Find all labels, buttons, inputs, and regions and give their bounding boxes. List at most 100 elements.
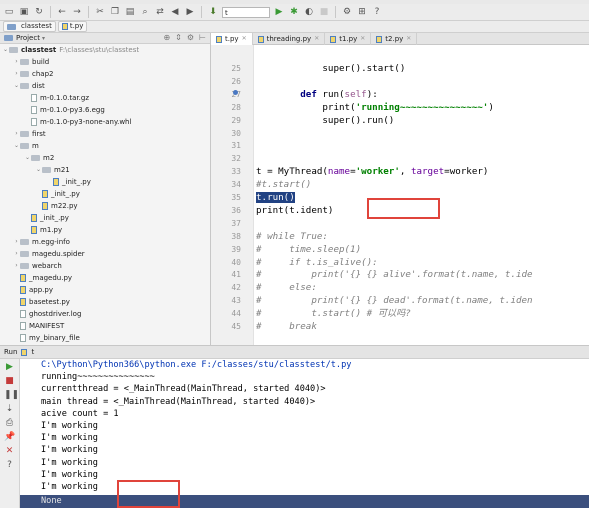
editor-tab[interactable]: threading.py ✕ — [253, 33, 326, 45]
file-icon — [20, 310, 26, 318]
tree-item[interactable]: MANIFEST — [0, 320, 210, 332]
chevron-down-icon[interactable]: ⌄ — [13, 140, 20, 152]
rerun-icon[interactable]: ▶ — [4, 362, 15, 373]
tree-item[interactable]: m-0.1.0-py3.6.egg — [0, 104, 210, 116]
breadcrumb-project[interactable]: classtest — [3, 21, 56, 32]
scope-icon[interactable]: ⊕ — [163, 33, 170, 42]
tree-item[interactable]: _init_.py — [0, 188, 210, 200]
toolbar-divider — [50, 6, 51, 18]
back-arrow-icon[interactable]: ← — [56, 6, 68, 18]
chevron-right-icon[interactable]: › — [13, 128, 20, 140]
find-icon[interactable]: ⌕ — [139, 6, 151, 18]
tree-item-label: build — [32, 58, 50, 66]
python-file-icon — [376, 35, 383, 43]
close-icon[interactable]: ✕ — [4, 446, 15, 457]
tree-item[interactable]: › webarch — [0, 260, 210, 272]
hide-icon[interactable]: ⊢ — [199, 33, 206, 42]
scroll-icon[interactable]: ⇣ — [4, 404, 15, 415]
line-number: 29 — [231, 115, 241, 125]
tree-item[interactable]: › chap2 — [0, 68, 210, 80]
python-file-icon — [31, 226, 37, 234]
collapse-icon[interactable]: ⇕ — [175, 33, 182, 42]
breadcrumb-file-label: t.py — [69, 22, 84, 30]
forward-nav-icon[interactable]: ▶ — [184, 6, 196, 18]
pin-icon[interactable]: 📌 — [4, 432, 15, 443]
close-tab-icon[interactable]: ✕ — [242, 33, 247, 45]
tree-item[interactable]: › magedu.spider — [0, 248, 210, 260]
chevron-right-icon[interactable]: › — [13, 236, 20, 248]
forward-arrow-icon[interactable]: → — [71, 6, 83, 18]
close-tab-icon[interactable]: ✕ — [406, 33, 411, 45]
structure-icon[interactable]: ⊞ — [356, 6, 368, 18]
chevron-right-icon[interactable]: › — [13, 248, 20, 260]
help-icon[interactable]: ? — [371, 6, 383, 18]
breadcrumb-file[interactable]: t.py — [57, 21, 88, 32]
tree-item[interactable]: › m.egg-info — [0, 236, 210, 248]
tree-item[interactable]: › first — [0, 128, 210, 140]
console-line: None — [41, 496, 62, 506]
tree-item[interactable]: ⌄ m21 — [0, 164, 210, 176]
pause-icon[interactable]: ❚❚ — [4, 390, 19, 401]
tree-item[interactable]: basetest.py — [0, 296, 210, 308]
copy-icon[interactable]: ❐ — [109, 6, 121, 18]
tree-item[interactable]: › build — [0, 56, 210, 68]
tree-item[interactable]: _init_.py — [0, 212, 210, 224]
chevron-down-icon[interactable]: ⌄ — [24, 152, 31, 164]
cut-icon[interactable]: ✂ — [94, 6, 106, 18]
run-icon[interactable]: ▶ — [273, 6, 285, 18]
file-icon — [20, 322, 26, 330]
project-panel-title[interactable]: Project — [16, 34, 40, 42]
editor-tab[interactable]: t1.py ✕ — [325, 33, 372, 45]
paste-icon[interactable]: ▤ — [124, 6, 136, 18]
tree-item[interactable]: m-0.1.0.tar.gz — [0, 92, 210, 104]
help-icon[interactable]: ? — [4, 460, 15, 471]
breakpoint-icon[interactable] — [233, 90, 238, 95]
tree-item[interactable]: _init_.py — [0, 176, 210, 188]
tree-item[interactable]: ⌄ m — [0, 140, 210, 152]
tree-item[interactable]: m1.py — [0, 224, 210, 236]
tree-item[interactable]: _magedu.py — [0, 272, 210, 284]
tree-item[interactable]: app.py — [0, 284, 210, 296]
file-icon — [20, 334, 26, 342]
gear-icon[interactable]: ⚙ — [187, 33, 194, 42]
run-panel-title: Run — [4, 348, 18, 356]
stop-icon[interactable]: ■ — [4, 376, 15, 387]
run-config-select[interactable]: t — [222, 6, 270, 18]
close-tab-icon[interactable]: ✕ — [314, 33, 319, 45]
folder-icon — [20, 83, 29, 89]
python-file-icon — [257, 35, 264, 43]
chevron-down-icon[interactable]: ⌄ — [35, 164, 42, 176]
chevron-down-icon[interactable]: ⌄ — [13, 80, 20, 92]
save-icon[interactable]: ▣ — [18, 6, 30, 18]
chevron-down-icon[interactable]: ▾ — [42, 35, 45, 42]
tree-item[interactable]: ghostdriver.log — [0, 308, 210, 320]
python-file-icon — [330, 35, 337, 43]
tree-item[interactable]: m-0.1.0-py3-none-any.whl — [0, 116, 210, 128]
coverage-icon[interactable]: ◐ — [303, 6, 315, 18]
sync-icon[interactable]: ↻ — [33, 6, 45, 18]
close-tab-icon[interactable]: ✕ — [360, 33, 365, 45]
console-line: I'm working — [41, 457, 98, 468]
build-icon[interactable]: ⬇ — [207, 6, 219, 18]
stop-icon[interactable]: ■ — [318, 6, 330, 18]
open-folder-icon[interactable]: ▭ — [3, 6, 15, 18]
chevron-right-icon[interactable]: › — [13, 56, 20, 68]
editor-tab[interactable]: t.py ✕ — [211, 33, 253, 45]
debug-icon[interactable]: ✱ — [288, 6, 300, 18]
back-nav-icon[interactable]: ◀ — [169, 6, 181, 18]
replace-icon[interactable]: ⇄ — [154, 6, 166, 18]
tree-item[interactable]: my_binary_file — [0, 332, 210, 344]
tree-item[interactable]: ⌄ m2 — [0, 152, 210, 164]
tree-item[interactable]: ⌄ dist — [0, 80, 210, 92]
chevron-right-icon[interactable]: › — [13, 260, 20, 272]
chevron-right-icon[interactable]: › — [13, 68, 20, 80]
line-number: 38 — [231, 231, 241, 241]
print-icon[interactable]: ⎙ — [4, 418, 15, 429]
settings-icon[interactable]: ⚙ — [341, 6, 353, 18]
tree-item-label: ghostdriver.log — [29, 310, 82, 318]
folder-icon — [20, 131, 29, 137]
folder-icon — [20, 251, 29, 257]
tree-item[interactable]: m22.py — [0, 200, 210, 212]
editor-tab[interactable]: t2.py ✕ — [371, 33, 418, 45]
tree-root[interactable]: ⌄ classtest F:\classes\stu\classtest — [0, 44, 210, 56]
